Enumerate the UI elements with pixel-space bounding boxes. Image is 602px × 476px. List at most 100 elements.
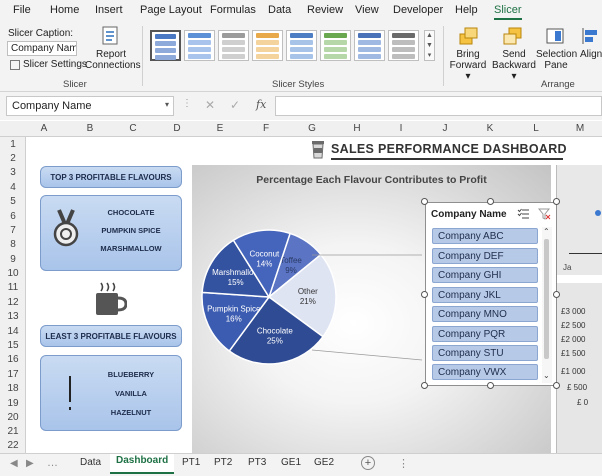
column-header[interactable]: M [570,123,590,134]
column-header[interactable]: I [391,123,411,134]
scroll-right-icon[interactable]: ▶ [26,458,34,469]
name-box[interactable]: Company Name ▾ [6,96,174,116]
clear-filter-icon[interactable] [538,208,551,220]
row-header[interactable]: 21 [0,426,26,437]
tab-page-layout[interactable]: Page Layout [140,4,202,16]
row-header[interactable]: 10 [0,268,26,279]
slicer-style-2[interactable] [184,30,215,61]
slicer-item[interactable]: Company DEF [432,248,538,264]
column-header[interactable]: K [480,123,500,134]
slicer-settings-button[interactable]: Slicer Settings [23,59,87,70]
row-header[interactable]: 20 [0,412,26,423]
slicer-item[interactable]: Company ABC [432,228,538,244]
tab-home[interactable]: Home [50,4,79,16]
slicer-style-1[interactable] [150,30,181,61]
more-options-icon[interactable]: ⋮ [398,457,409,470]
row-header[interactable]: 8 [0,239,26,250]
chevron-down-icon[interactable]: ▾ [165,100,169,109]
sheet-tab-data[interactable]: Data [80,457,101,468]
tab-view[interactable]: View [355,4,379,16]
row-header[interactable]: 7 [0,225,26,236]
column-header[interactable]: D [167,123,187,134]
resize-handle[interactable] [487,382,494,389]
selection-pane-button[interactable]: Selection Pane [536,49,577,71]
more-sheets-icon[interactable]: … [47,457,58,469]
slicer-item[interactable]: Company VWX [432,364,538,380]
slicer-caption-input[interactable]: Company Name [7,41,77,56]
row-header[interactable]: 15 [0,340,26,351]
tab-insert[interactable]: Insert [95,4,123,16]
insert-function-icon[interactable]: fx [256,98,266,111]
slicer-style-3[interactable] [218,30,249,61]
slicer-style-5[interactable] [286,30,317,61]
resize-handle[interactable] [421,198,428,205]
company-name-slicer[interactable]: Company Name Company ABC Company DEF Com… [425,202,557,386]
row-header[interactable]: 17 [0,369,26,380]
row-header[interactable]: 6 [0,211,26,222]
column-header[interactable]: L [526,123,546,134]
tab-file[interactable]: File [13,4,31,16]
row-header[interactable]: 12 [0,297,26,308]
slicer-item[interactable]: Company STU [432,345,538,361]
tab-help[interactable]: Help [455,4,478,16]
column-header[interactable]: A [34,123,54,134]
send-backward-button[interactable]: Send Backward ▾ [490,49,538,82]
resize-handle[interactable] [553,291,560,298]
row-header[interactable]: 19 [0,398,26,409]
row-header[interactable]: 14 [0,326,26,337]
column-header[interactable]: G [302,123,322,134]
sheet-tab-ge2[interactable]: GE2 [314,457,334,468]
column-header[interactable]: C [123,123,143,134]
slicer-style-4[interactable] [252,30,283,61]
sheet-tab-pt3[interactable]: PT3 [248,457,266,468]
multi-select-icon[interactable] [517,208,530,220]
sheet-tab-dashboard[interactable]: Dashboard [110,454,175,474]
row-header[interactable]: 11 [0,282,26,293]
row-header[interactable]: 4 [0,182,26,193]
resize-handle[interactable] [553,382,560,389]
slicer-style-6[interactable] [320,30,351,61]
sheet-tab-ge1[interactable]: GE1 [281,457,301,468]
check-icon[interactable]: ✓ [230,98,240,112]
column-header[interactable]: E [210,123,230,134]
tab-developer[interactable]: Developer [393,4,443,16]
align-button[interactable]: Align [580,49,602,60]
column-header[interactable]: J [435,123,455,134]
column-header[interactable]: H [347,123,367,134]
slicer-item[interactable]: Company MNO [432,306,538,322]
cancel-icon[interactable]: ✕ [205,98,215,112]
sheet-tab-pt2[interactable]: PT2 [214,457,232,468]
scroll-down-icon[interactable]: ⌄ [543,371,550,380]
slicer-item[interactable]: Company GHI [432,267,538,283]
tab-formulas[interactable]: Formulas [210,4,256,16]
tab-review[interactable]: Review [307,4,343,16]
resize-handle[interactable] [487,198,494,205]
slicer-item[interactable]: Company JKL [432,287,538,303]
report-connections-button[interactable]: Report Connections [85,49,141,71]
row-header[interactable]: 1 [0,139,26,150]
scroll-thumb[interactable] [544,239,549,359]
slicer-style-7[interactable] [354,30,385,61]
row-header[interactable]: 16 [0,354,26,365]
slicer-item[interactable]: Company PQR [432,326,538,342]
slicer-scrollbar[interactable]: ⌃ ⌄ [542,227,552,383]
tab-slicer[interactable]: Slicer [494,4,522,20]
row-header[interactable]: 13 [0,311,26,322]
column-header[interactable]: F [256,123,276,134]
bring-forward-button[interactable]: Bring Forward ▾ [447,49,489,82]
row-header[interactable]: 2 [0,153,26,164]
resize-handle[interactable] [421,291,428,298]
scroll-left-icon[interactable]: ◀ [10,458,18,469]
row-header[interactable]: 18 [0,383,26,394]
styles-gallery-scroll[interactable]: ▲ ▼ ▾ [424,30,435,61]
formula-input[interactable] [275,96,602,116]
scroll-up-icon[interactable]: ⌃ [543,227,550,236]
add-sheet-button[interactable]: + [361,456,375,470]
row-header[interactable]: 9 [0,254,26,265]
resize-handle[interactable] [421,382,428,389]
column-header[interactable]: B [80,123,100,134]
row-header[interactable]: 5 [0,196,26,207]
row-header[interactable]: 3 [0,167,26,178]
slicer-style-8[interactable] [388,30,419,61]
row-header[interactable]: 22 [0,440,26,451]
